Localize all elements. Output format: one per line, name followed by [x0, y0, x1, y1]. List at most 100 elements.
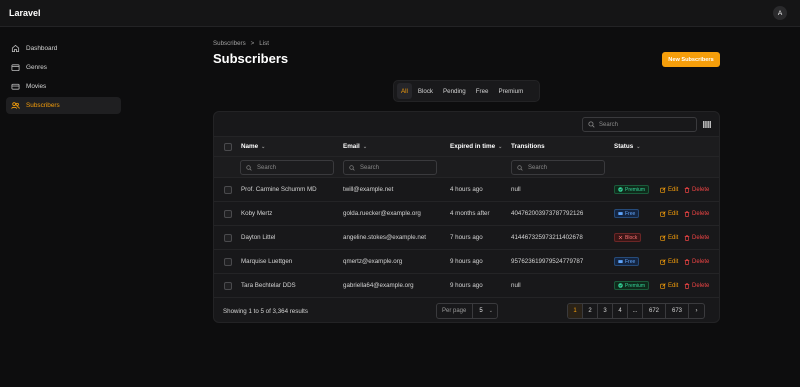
pagination: 1 2 3 4 ... 672 673 ›: [567, 303, 705, 319]
transitions-cell: 404762003973787792126: [511, 210, 584, 217]
column-header-name[interactable]: Name ⌄: [241, 137, 265, 156]
per-page-label: Per page: [437, 304, 474, 318]
name-cell: Koby Mertz: [241, 210, 273, 217]
next-page-button[interactable]: ›: [689, 304, 704, 318]
column-label: Name: [241, 143, 259, 150]
trash-icon: [684, 210, 690, 217]
edit-button[interactable]: Edit: [660, 235, 678, 241]
chevron-down-icon: ⌄: [488, 308, 493, 314]
home-icon: [11, 44, 20, 53]
edit-icon: [660, 258, 666, 265]
column-label: Expired in time: [450, 143, 496, 150]
film-icon: [11, 82, 20, 91]
new-subscribers-button[interactable]: New Subscribers: [662, 52, 720, 67]
results-summary: Showing 1 to 5 of 3,364 results: [223, 307, 308, 315]
tab-free[interactable]: Free: [472, 83, 493, 99]
name-cell: Tara Bechtelar DDS: [241, 282, 296, 289]
page-673-button[interactable]: 673: [666, 304, 689, 318]
transitions-filter-input[interactable]: Search: [511, 160, 605, 175]
search-icon: [517, 164, 523, 171]
edit-label: Edit: [668, 258, 679, 265]
page-3-button[interactable]: 3: [598, 304, 613, 318]
sidebar-item-label: Genres: [26, 64, 47, 71]
trash-icon: [684, 282, 690, 289]
delete-button[interactable]: Delete: [684, 283, 709, 289]
sidebar-item-subscribers[interactable]: Subscribers: [6, 97, 121, 114]
delete-button[interactable]: Delete: [684, 235, 709, 241]
edit-button[interactable]: Edit: [660, 187, 678, 193]
avatar[interactable]: A: [773, 6, 787, 20]
chevron-down-icon: ⌄: [362, 143, 368, 150]
breadcrumb-parent[interactable]: Subscribers: [213, 40, 246, 47]
email-cell: angeline.stokes@example.net: [343, 234, 426, 241]
tab-premium[interactable]: Premium: [494, 83, 527, 99]
table-row[interactable]: Prof. Carmine Schumm MD twill@example.ne…: [214, 178, 719, 202]
folder-icon: [11, 63, 20, 72]
chevron-down-icon: ⌄: [261, 143, 266, 150]
sidebar-item-genres[interactable]: Genres: [6, 59, 121, 76]
tab-block[interactable]: Block: [414, 83, 437, 99]
column-header-status[interactable]: Status ⌄: [614, 137, 640, 156]
name-filter-input[interactable]: Search: [240, 160, 334, 175]
sidebar-item-dashboard[interactable]: Dashboard: [6, 40, 121, 57]
column-header-expired[interactable]: Expired in time ⌄: [450, 137, 502, 156]
check-circle-icon: [618, 187, 623, 192]
brand-logo[interactable]: Laravel: [9, 8, 41, 18]
table-row[interactable]: Koby Mertz golda.ruecker@example.org 4 m…: [214, 202, 719, 226]
status-badge: Block: [614, 233, 642, 242]
edit-button[interactable]: Edit: [660, 283, 678, 289]
row-checkbox[interactable]: [224, 233, 232, 242]
delete-button[interactable]: Delete: [684, 187, 709, 193]
row-checkbox[interactable]: [224, 185, 232, 194]
table-toolbar: Search: [214, 112, 719, 137]
breadcrumb: Subscribers > List: [213, 40, 269, 47]
table-search-input[interactable]: Search: [582, 117, 697, 132]
row-checkbox[interactable]: [224, 257, 232, 266]
delete-label: Delete: [692, 210, 710, 217]
per-page-value: 5: [479, 308, 483, 314]
columns-toggle-icon[interactable]: [703, 121, 711, 128]
edit-label: Edit: [668, 282, 679, 289]
row-checkbox[interactable]: [224, 209, 232, 218]
chevron-down-icon: ⌄: [498, 143, 503, 150]
delete-button[interactable]: Delete: [684, 211, 709, 217]
filter-placeholder: Search: [360, 164, 380, 171]
status-label: Premium: [625, 186, 646, 193]
page-1-button[interactable]: 1: [568, 304, 583, 318]
per-page-select[interactable]: Per page 5 ⌄: [436, 303, 498, 319]
breadcrumb-separator: >: [250, 40, 255, 47]
expired-cell: 4 hours ago: [450, 186, 483, 193]
edit-button[interactable]: Edit: [660, 259, 678, 265]
delete-button[interactable]: Delete: [684, 259, 709, 265]
tab-pending[interactable]: Pending: [439, 83, 470, 99]
trash-icon: [684, 186, 690, 193]
select-all-checkbox[interactable]: [224, 142, 232, 151]
row-checkbox[interactable]: [224, 281, 232, 290]
tab-all[interactable]: All: [397, 83, 412, 99]
subscribers-table: Search Name ⌄ Email ⌄ Expired in time ⌄ Tra…: [213, 111, 720, 323]
column-header-email[interactable]: Email ⌄: [343, 137, 367, 156]
name-cell: Marquise Luettgen: [241, 258, 293, 265]
sidebar-item-label: Dashboard: [26, 45, 58, 52]
email-filter-input[interactable]: Search: [343, 160, 437, 175]
status-badge: Free: [614, 209, 640, 218]
table-row[interactable]: Dayton Littel angeline.stokes@example.ne…: [214, 226, 719, 250]
search-placeholder: Search: [599, 121, 619, 128]
sidebar-item-movies[interactable]: Movies: [6, 78, 121, 95]
trash-icon: [684, 234, 690, 241]
edit-button[interactable]: Edit: [660, 211, 678, 217]
status-badge: Premium: [614, 281, 650, 290]
transitions-cell: 414467325973211402678: [511, 234, 583, 241]
page-4-button[interactable]: 4: [613, 304, 628, 318]
search-icon: [588, 121, 595, 128]
page-2-button[interactable]: 2: [583, 304, 598, 318]
email-cell: qmertz@example.org: [343, 258, 403, 265]
top-bar: Laravel A: [0, 0, 800, 27]
search-icon: [349, 164, 355, 171]
edit-icon: [660, 282, 666, 289]
table-row[interactable]: Tara Bechtelar DDS gabriella64@example.o…: [214, 274, 719, 298]
expired-cell: 9 hours ago: [450, 258, 483, 265]
page-672-button[interactable]: 672: [643, 304, 666, 318]
page-ellipsis: ...: [628, 304, 643, 318]
table-row[interactable]: Marquise Luettgen qmertz@example.org 9 h…: [214, 250, 719, 274]
